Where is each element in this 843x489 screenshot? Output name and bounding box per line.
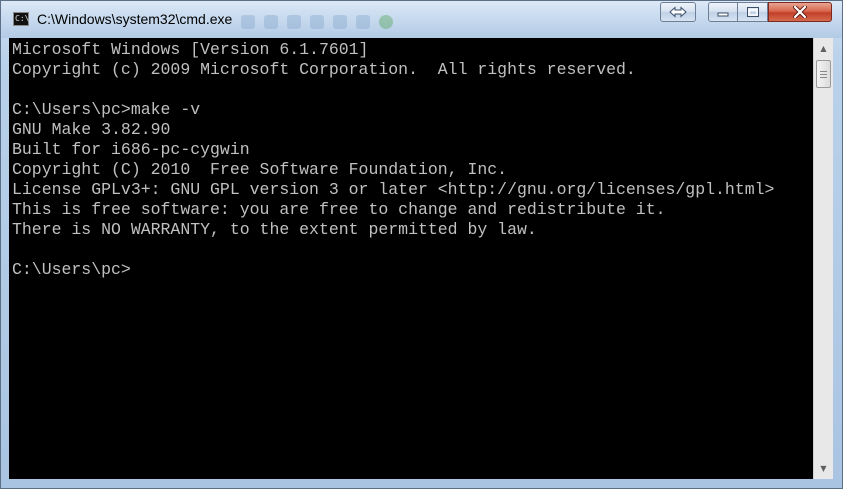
resize-button[interactable] (660, 2, 696, 22)
taskbar-reflection (241, 15, 451, 35)
console-line: License GPLv3+: GNU GPL version 3 or lat… (12, 180, 775, 199)
reflection-icon (379, 15, 393, 29)
vertical-scrollbar[interactable]: ▲ ▼ (813, 38, 833, 479)
close-icon (793, 6, 807, 18)
console-prompt-line: C:\Users\pc> (12, 260, 131, 279)
console-line: Copyright (C) 2010 Free Software Foundat… (12, 160, 508, 179)
grip-line (820, 71, 827, 72)
window-title: C:\Windows\system32\cmd.exe (37, 11, 233, 27)
resize-arrows-icon (669, 6, 687, 18)
reflection-icon (241, 15, 255, 29)
title-bar[interactable]: C:\ C:\Windows\system32\cmd.exe (1, 1, 842, 38)
maximize-icon (746, 7, 759, 17)
cmd-window: C:\ C:\Windows\system32\cmd.exe Microsof… (0, 0, 843, 489)
console-line: There is NO WARRANTY, to the extent perm… (12, 220, 537, 239)
reflection-icon (333, 15, 347, 29)
scroll-up-button[interactable]: ▲ (814, 40, 833, 57)
console-line: GNU Make 3.82.90 (12, 120, 171, 139)
scroll-down-button[interactable]: ▼ (814, 460, 833, 477)
command-prompt-icon[interactable]: C:\ (13, 12, 29, 26)
reflection-icon (264, 15, 278, 29)
scroll-thumb[interactable] (816, 60, 831, 88)
minimize-button[interactable] (708, 2, 738, 22)
console-line: This is free software: you are free to c… (12, 200, 666, 219)
reflection-icon (287, 15, 301, 29)
reflection-icon (356, 15, 370, 29)
console-output[interactable]: Microsoft Windows [Version 6.1.7601] Copy… (9, 38, 813, 479)
prompt-glyph: C:\ (15, 14, 30, 23)
console-line: Built for i686-pc-cygwin (12, 140, 250, 159)
close-button[interactable] (768, 2, 832, 22)
console-line: Copyright (c) 2009 Microsoft Corporation… (12, 60, 636, 79)
window-bottom-border[interactable] (1, 479, 842, 488)
console-line: Microsoft Windows [Version 6.1.7601] (12, 40, 369, 59)
maximize-button[interactable] (738, 2, 768, 22)
minimize-icon (717, 12, 729, 17)
grip-line (820, 74, 827, 75)
console-line: C:\Users\pc>make -v (12, 100, 201, 119)
grip-line (820, 77, 827, 78)
reflection-icon (310, 15, 324, 29)
